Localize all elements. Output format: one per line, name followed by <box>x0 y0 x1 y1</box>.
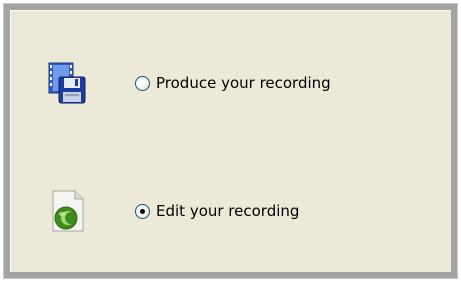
camtasia-document-icon <box>47 189 87 233</box>
edit-radio[interactable] <box>135 203 150 219</box>
film-floppy-icon-graphic <box>48 62 86 104</box>
edit-label[interactable]: Edit your recording <box>156 202 299 220</box>
film-floppy-icon <box>47 61 87 105</box>
panel-inner: Produce your recording Edit your recordi… <box>10 10 451 272</box>
produce-option[interactable]: Produce your recording <box>47 61 331 105</box>
produce-label[interactable]: Produce your recording <box>156 74 331 92</box>
edit-option[interactable]: Edit your recording <box>47 189 299 233</box>
camtasia-document-icon-graphic <box>52 190 84 232</box>
produce-radio[interactable] <box>135 75 150 91</box>
recording-options-panel: Produce your recording Edit your recordi… <box>4 4 457 278</box>
